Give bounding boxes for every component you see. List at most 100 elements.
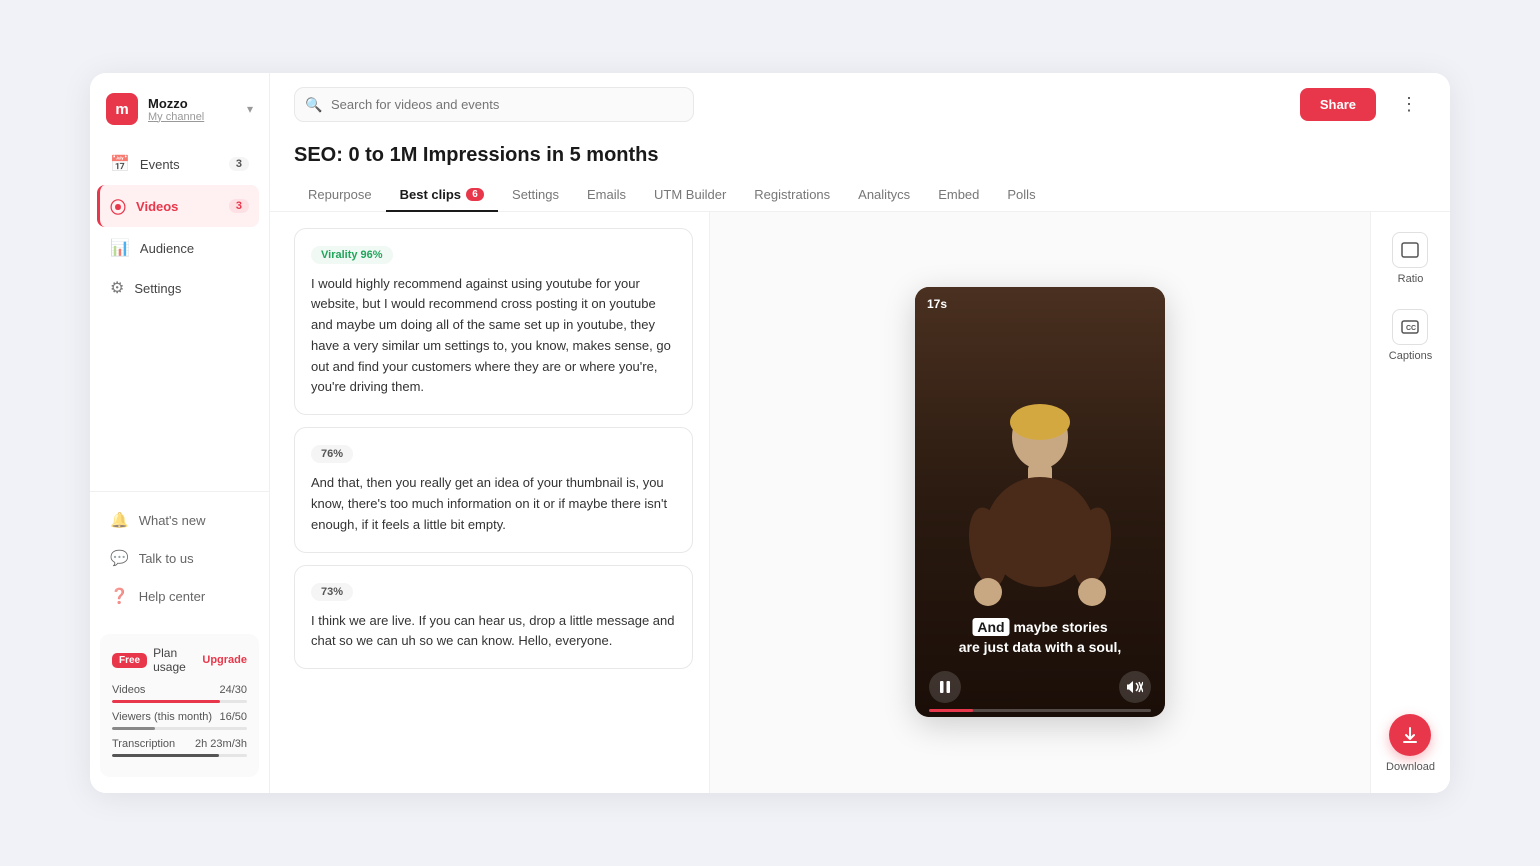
clip-badge-3: 73% <box>311 583 353 601</box>
plan-badge: Free <box>112 653 147 668</box>
sidebar-item-events[interactable]: 📅 Events 3 <box>100 145 259 183</box>
caption-highlight: And <box>972 618 1009 636</box>
plan-label: Plan usage <box>153 646 196 674</box>
event-title: SEO: 0 to 1M Impressions in 5 months <box>294 144 1426 167</box>
download-label: Download <box>1386 761 1435 773</box>
tab-analitycs[interactable]: Analitycs <box>844 179 924 212</box>
tools-top: Ratio CC Captions <box>1389 232 1432 362</box>
sidebar-item-videos[interactable]: ⦿ Videos 3 <box>97 185 259 227</box>
captions-button[interactable]: CC Captions <box>1389 309 1432 362</box>
usage-bar-transcription <box>112 754 247 757</box>
help-center-label: Help center <box>139 589 205 604</box>
content-header: 🔍 Share ⋮ <box>270 73 1450 136</box>
video-frame: 17s <box>915 287 1165 717</box>
events-badge: 3 <box>229 157 249 171</box>
videos-badge: 3 <box>229 199 249 213</box>
usage-value-transcription: 2h 23m/3h <box>195 738 247 750</box>
usage-bar-videos <box>112 700 247 703</box>
sidebar-nav: 📅 Events 3 ⦿ Videos 3 📊 Audience ⚙ Setti… <box>90 145 269 491</box>
sidebar-brand[interactable]: m Mozzo My channel ▾ <box>90 93 269 145</box>
plan-usage-header: Free Plan usage Upgrade <box>112 646 247 674</box>
main-window: m Mozzo My channel ▾ 📅 Events 3 ⦿ Videos… <box>90 73 1450 793</box>
tab-embed[interactable]: Embed <box>924 179 993 212</box>
brand-avatar: m <box>106 93 138 125</box>
event-title-row: SEO: 0 to 1M Impressions in 5 months <box>270 136 1450 167</box>
main-content: 🔍 Share ⋮ SEO: 0 to 1M Impressions in 5 … <box>270 73 1450 793</box>
brand-name: Mozzo <box>148 96 237 111</box>
settings-icon: ⚙ <box>110 278 124 298</box>
sidebar-item-whats-new[interactable]: 🔔 What's new <box>100 502 259 538</box>
events-icon: 📅 <box>110 154 130 174</box>
sidebar-item-label: Settings <box>134 281 181 296</box>
sidebar-item-help-center[interactable]: ❓ Help center <box>100 578 259 614</box>
mute-button[interactable] <box>1119 671 1151 703</box>
tab-best-clips[interactable]: Best clips 6 <box>386 179 498 212</box>
usage-value-viewers: 16/50 <box>219 711 247 723</box>
tab-utm-builder[interactable]: UTM Builder <box>640 179 740 212</box>
whats-new-label: What's new <box>139 513 206 528</box>
usage-bar-viewers <box>112 727 247 730</box>
ratio-button[interactable]: Ratio <box>1392 232 1428 285</box>
ratio-label: Ratio <box>1398 273 1424 285</box>
sidebar-item-settings[interactable]: ⚙ Settings <box>100 269 259 307</box>
usage-label-videos: Videos <box>112 684 145 696</box>
sidebar-item-audience[interactable]: 📊 Audience <box>100 229 259 267</box>
brand-sub: My channel <box>148 111 237 123</box>
search-input[interactable] <box>294 87 694 122</box>
usage-row-viewers: Viewers (this month) 16/50 <box>112 711 247 723</box>
content-body: Virality 96% I would highly recommend ag… <box>270 212 1450 794</box>
usage-bar-fill-transcription <box>112 754 219 757</box>
usage-bar-fill-videos <box>112 700 220 703</box>
tab-settings[interactable]: Settings <box>498 179 573 212</box>
sidebar-item-label: Events <box>140 157 180 172</box>
sidebar: m Mozzo My channel ▾ 📅 Events 3 ⦿ Videos… <box>90 73 270 793</box>
chat-icon: 💬 <box>110 549 129 567</box>
video-progress-bar[interactable] <box>929 709 1151 712</box>
sidebar-item-label: Audience <box>140 241 194 256</box>
download-icon <box>1389 714 1431 756</box>
download-button[interactable]: Download <box>1386 714 1435 773</box>
sidebar-item-talk-to-us[interactable]: 💬 Talk to us <box>100 540 259 576</box>
tab-registrations[interactable]: Registrations <box>740 179 844 212</box>
audience-icon: 📊 <box>110 238 130 258</box>
video-area: 17s <box>710 212 1370 794</box>
tab-polls[interactable]: Polls <box>993 179 1049 212</box>
usage-label-transcription: Transcription <box>112 738 175 750</box>
upgrade-button[interactable]: Upgrade <box>202 654 247 666</box>
captions-icon: CC <box>1392 309 1428 345</box>
tab-emails[interactable]: Emails <box>573 179 640 212</box>
tab-best-clips-badge: 6 <box>466 188 484 201</box>
sidebar-item-label: Videos <box>136 199 178 214</box>
svg-text:CC: CC <box>1406 325 1416 332</box>
brand-info: Mozzo My channel <box>148 96 237 123</box>
more-button[interactable]: ⋮ <box>1392 90 1426 119</box>
talk-to-us-label: Talk to us <box>139 551 194 566</box>
clip-text-2: And that, then you really get an idea of… <box>311 473 676 535</box>
usage-row-videos: Videos 24/30 <box>112 684 247 696</box>
usage-label-viewers: Viewers (this month) <box>112 711 212 723</box>
clip-text-3: I think we are live. If you can hear us,… <box>311 611 676 653</box>
clip-card-2[interactable]: 76% And that, then you really get an ide… <box>294 427 693 552</box>
right-tools: Ratio CC Captions <box>1370 212 1450 794</box>
video-timer: 17s <box>927 297 947 311</box>
clip-card-3[interactable]: 73% I think we are live. If you can hear… <box>294 565 693 670</box>
usage-bar-fill-viewers <box>112 727 155 730</box>
video-caption: And maybe storiesare just data with a so… <box>928 618 1153 657</box>
clip-card-1[interactable]: Virality 96% I would highly recommend ag… <box>294 228 693 416</box>
video-progress-fill <box>929 709 973 712</box>
search-icon: 🔍 <box>305 96 322 113</box>
chevron-down-icon: ▾ <box>247 102 253 116</box>
ratio-icon <box>1392 232 1428 268</box>
pause-button[interactable] <box>929 671 961 703</box>
captions-label: Captions <box>1389 350 1432 362</box>
clip-badge-1: Virality 96% <box>311 246 393 264</box>
clips-list: Virality 96% I would highly recommend ag… <box>270 212 710 794</box>
tab-repurpose[interactable]: Repurpose <box>294 179 386 212</box>
video-controls <box>915 671 1165 703</box>
app-container: m Mozzo My channel ▾ 📅 Events 3 ⦿ Videos… <box>0 0 1540 866</box>
share-button[interactable]: Share <box>1300 88 1376 121</box>
bell-icon: 🔔 <box>110 511 129 529</box>
usage-value-videos: 24/30 <box>219 684 247 696</box>
plan-usage-box: Free Plan usage Upgrade Videos 24/30 Vie… <box>100 634 259 777</box>
person-silhouette <box>960 397 1120 637</box>
